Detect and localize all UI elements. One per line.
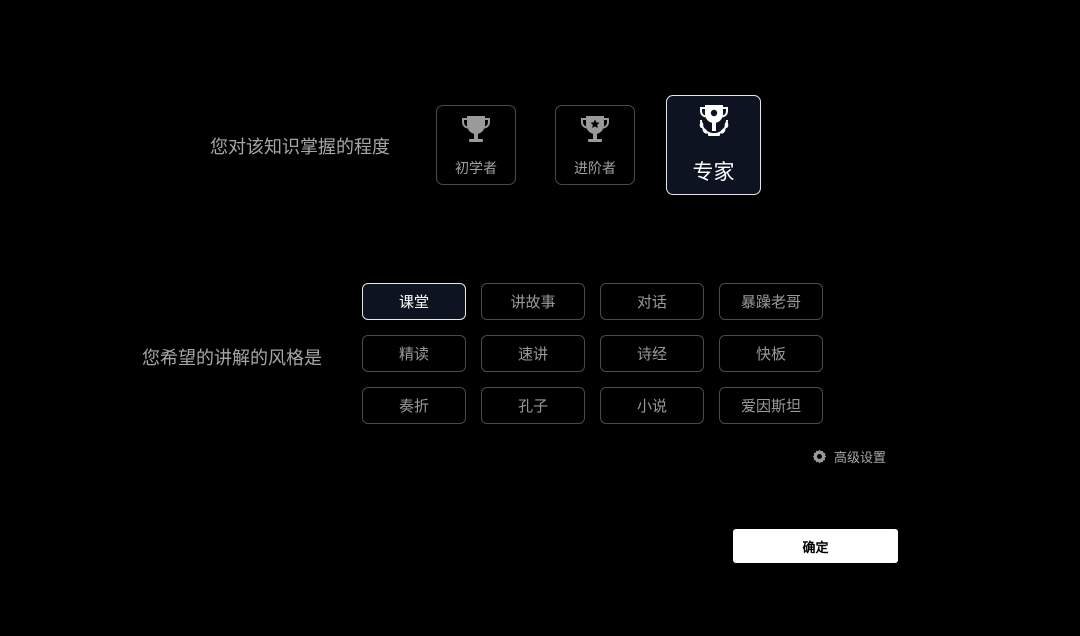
gear-icon — [812, 449, 827, 464]
settings-page: 您对该知识掌握的程度 初学者 进阶者 专家 您希望的讲解的风格是 课堂 讲故事 … — [0, 0, 1080, 636]
style-option-quick-talk[interactable]: 速讲 — [481, 335, 585, 372]
explanation-style-label: 您希望的讲解的风格是 — [142, 348, 322, 369]
style-option-classroom[interactable]: 课堂 — [362, 283, 466, 320]
style-options-grid: 课堂 讲故事 对话 暴躁老哥 精读 速讲 诗经 快板 奏折 孔子 小说 爱因斯坦 — [362, 283, 823, 424]
style-option-dialogue[interactable]: 对话 — [600, 283, 704, 320]
level-label-advanced: 进阶者 — [574, 161, 616, 177]
style-option-einstein[interactable]: 爱因斯坦 — [719, 387, 823, 424]
level-label-expert: 专家 — [692, 160, 735, 184]
style-option-storytelling[interactable]: 讲故事 — [481, 283, 585, 320]
style-option-kuaiban[interactable]: 快板 — [719, 335, 823, 372]
knowledge-level-label: 您对该知识掌握的程度 — [210, 137, 390, 158]
advanced-settings-link[interactable]: 高级设置 — [812, 447, 886, 466]
level-label-beginner: 初学者 — [455, 161, 497, 177]
level-card-advanced[interactable]: 进阶者 — [555, 105, 635, 185]
trophy-icon — [462, 116, 490, 142]
style-option-grumpy-bro[interactable]: 暴躁老哥 — [719, 283, 823, 320]
style-option-close-reading[interactable]: 精读 — [362, 335, 466, 372]
style-option-memorial[interactable]: 奏折 — [362, 387, 466, 424]
style-option-confucius[interactable]: 孔子 — [481, 387, 585, 424]
style-option-book-of-songs[interactable]: 诗经 — [600, 335, 704, 372]
trophy-star-icon — [581, 116, 609, 142]
level-card-beginner[interactable]: 初学者 — [436, 105, 516, 185]
advanced-settings-label: 高级设置 — [834, 451, 887, 466]
style-option-novel[interactable]: 小说 — [600, 387, 704, 424]
trophy-laurel-icon — [699, 105, 728, 136]
level-card-expert[interactable]: 专家 — [666, 95, 761, 195]
confirm-button[interactable]: 确定 — [733, 529, 898, 563]
